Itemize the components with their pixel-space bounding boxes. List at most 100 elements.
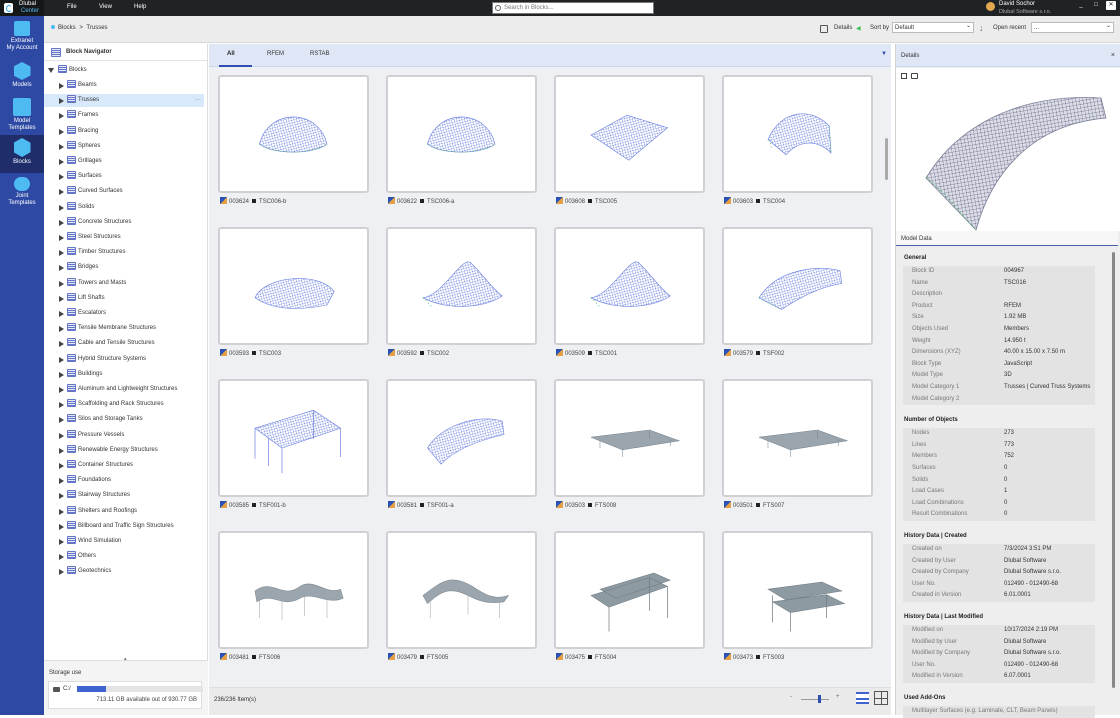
tree-item-frames[interactable]: Frames <box>44 109 204 122</box>
sidebar-item-blocks[interactable]: Blocks <box>0 135 44 173</box>
block-card-tsc004[interactable] <box>722 75 873 193</box>
block-label[interactable]: 003608TSC005 <box>556 197 617 205</box>
block-card-fts003[interactable] <box>722 531 873 649</box>
block-card-fts008[interactable] <box>554 379 705 497</box>
zoom-slider-handle[interactable] <box>818 695 821 703</box>
tab-all[interactable]: All <box>227 51 235 57</box>
expand-icon[interactable] <box>59 311 64 317</box>
expand-icon[interactable] <box>59 235 64 241</box>
open-recent-select[interactable]: ... <box>1031 22 1114 33</box>
expand-icon[interactable] <box>59 83 64 89</box>
block-card-tsf001-b[interactable] <box>218 379 369 497</box>
block-label[interactable]: 003473FTS003 <box>724 653 784 661</box>
block-card-tsc006-b[interactable] <box>218 75 369 193</box>
expand-icon[interactable] <box>59 509 64 515</box>
tree-item-wind-simulation[interactable]: Wind Simulation <box>44 535 204 548</box>
tree-item-renewable-energy-structures[interactable]: Renewable Energy Structures <box>44 444 204 457</box>
menu-view[interactable]: View <box>99 4 112 10</box>
tree-item-billboard-and-traffic-sign-structures[interactable]: Billboard and Traffic Sign Structures <box>44 520 204 533</box>
block-card-tsc005[interactable] <box>554 75 705 193</box>
menu-file[interactable]: File <box>67 4 77 10</box>
filter-icon[interactable]: ▼ <box>881 51 887 57</box>
block-card-tsf002[interactable] <box>722 227 873 345</box>
tree-item-geotechnics[interactable]: Geotechnics <box>44 565 204 578</box>
tree-item-surfaces[interactable]: Surfaces <box>44 170 204 183</box>
expand-icon[interactable] <box>59 448 64 454</box>
grid-scrollbar[interactable] <box>885 138 888 180</box>
expand-icon[interactable] <box>59 98 64 104</box>
tree-item-steel-structures[interactable]: Steel Structures <box>44 231 204 244</box>
expand-icon[interactable] <box>59 524 64 530</box>
details-pin-icon[interactable]: ◀ <box>856 25 861 32</box>
block-card-fts004[interactable] <box>554 531 705 649</box>
details-toggle-icon[interactable] <box>820 25 828 33</box>
tree-item-pressure-vessels[interactable]: Pressure Vessels <box>44 429 204 442</box>
expand-icon[interactable] <box>59 174 64 180</box>
model-preview[interactable] <box>896 68 1120 231</box>
tree-item-towers-and-masts[interactable]: Towers and Masts <box>44 277 204 290</box>
expand-icon[interactable] <box>59 387 64 393</box>
expand-icon[interactable] <box>59 341 64 347</box>
tree-item-concrete-structures[interactable]: Concrete Structures <box>44 216 204 229</box>
tree-item-aluminum-and-lightweight-structures[interactable]: Aluminum and Lightweight Structures <box>44 383 204 396</box>
tree-item-beams[interactable]: Beams <box>44 79 204 92</box>
expand-icon[interactable] <box>59 357 64 363</box>
tree-item-foundations[interactable]: Foundations <box>44 474 204 487</box>
block-label[interactable]: 003593TSC003 <box>220 349 281 357</box>
sidebar-item-joint-templates[interactable]: Joint Templates <box>0 177 44 213</box>
expand-icon[interactable] <box>59 113 64 119</box>
tree-item-container-structures[interactable]: Container Structures <box>44 459 204 472</box>
breadcrumb-root[interactable]: Blocks <box>58 25 76 31</box>
expand-icon[interactable] <box>59 265 64 271</box>
expand-icon[interactable] <box>59 554 64 560</box>
expand-icon[interactable] <box>59 463 64 469</box>
block-card-fts006[interactable] <box>218 531 369 649</box>
block-card-tsc003[interactable] <box>218 227 369 345</box>
expand-icon[interactable] <box>59 417 64 423</box>
expand-icon[interactable] <box>59 326 64 332</box>
expand-icon[interactable] <box>59 372 64 378</box>
search-input[interactable]: Search in Blocks... <box>492 2 654 14</box>
block-label[interactable]: 003509TSC001 <box>556 349 617 357</box>
expand-icon[interactable] <box>59 220 64 226</box>
tree-item-cable-and-tensile-structures[interactable]: Cable and Tensile Structures <box>44 337 204 350</box>
block-card-tsc002[interactable] <box>386 227 537 345</box>
block-label[interactable]: 003503FTS008 <box>556 501 616 509</box>
expand-icon[interactable] <box>59 402 64 408</box>
maximize-button[interactable]: □ <box>1091 1 1101 10</box>
expand-icon[interactable] <box>59 493 64 499</box>
tree-item-others[interactable]: Others <box>44 550 204 563</box>
block-label[interactable]: 003475FTS004 <box>556 653 616 661</box>
expand-icon[interactable] <box>59 433 64 439</box>
tab-rfem[interactable]: RFEM <box>267 51 284 57</box>
sidebar-item-model-templates[interactable]: Model Templates <box>0 98 44 134</box>
tree-item-trusses[interactable]: Trusses··· <box>44 94 204 107</box>
tree-item-shelters-and-roofings[interactable]: Shelters and Roofings <box>44 505 204 518</box>
block-card-fts005[interactable] <box>386 531 537 649</box>
zoom-out-icon[interactable]: - <box>790 694 792 700</box>
details-close-icon[interactable]: × <box>1111 52 1115 59</box>
block-card-tsc001[interactable] <box>554 227 705 345</box>
expand-icon[interactable] <box>59 250 64 256</box>
tree-item-spheres[interactable]: Spheres <box>44 140 204 153</box>
menu-help[interactable]: Help <box>134 4 146 10</box>
tree-item-curved-surfaces[interactable]: Curved Surfaces <box>44 185 204 198</box>
tree-root-blocks[interactable]: Blocks <box>44 64 204 77</box>
details-toggle[interactable]: Details <box>834 25 852 31</box>
block-label[interactable]: 003622TSC006-a <box>388 197 454 205</box>
expand-icon[interactable] <box>59 539 64 545</box>
close-button[interactable]: ✕ <box>1106 1 1116 10</box>
resize-handle-icon[interactable]: ▴ <box>124 656 127 662</box>
tree-item-solids[interactable]: Solids <box>44 201 204 214</box>
expand-icon[interactable] <box>59 296 64 302</box>
block-card-tsf001-a[interactable] <box>386 379 537 497</box>
tree-item-tensile-membrane-structures[interactable]: Tensile Membrane Structures <box>44 322 204 335</box>
expand-icon[interactable] <box>59 159 64 165</box>
tab-rstab[interactable]: RSTAB <box>310 51 330 57</box>
sort-select[interactable]: Default <box>892 22 974 33</box>
grid-view-icon[interactable] <box>874 691 888 705</box>
block-label[interactable]: 003603TSC004 <box>724 197 785 205</box>
expand-icon[interactable] <box>59 205 64 211</box>
minimize-button[interactable]: _ <box>1076 1 1086 10</box>
expand-icon[interactable] <box>59 569 64 575</box>
